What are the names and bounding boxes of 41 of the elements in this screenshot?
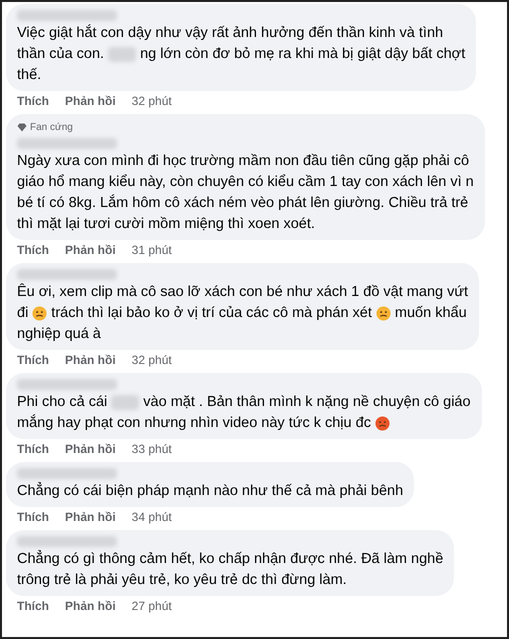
fan-badge-label: Fan cứng [30,121,73,135]
reply-link[interactable]: Phản hồi [65,241,116,259]
comment-text: vào mặt . Bản thân mình k nặng nề chuyện cô giáo [143,393,471,412]
like-link[interactable]: Thích [17,351,49,369]
like-link[interactable]: Thích [17,241,49,259]
comment-text: trông trẻ là phải yêu trẻ, ko yêu trẻ dc thì đừng làm. [17,571,347,590]
reply-link[interactable]: Phản hồi [65,351,116,369]
like-link[interactable]: Thích [17,440,49,458]
comment-time: 32 phút [132,352,172,369]
comment-time: 34 phút [132,509,172,526]
redaction-blur [108,47,136,62]
comment-text: Việc giật hắt con dậy như vậy rất ảnh hưởng đến thần kinh và tình [17,23,444,43]
reply-link[interactable]: Phản hồi [65,508,116,526]
reply-link[interactable]: Phản hồi [65,597,116,615]
comment-text: thần của con. [17,45,104,64]
comment-text: Chẳng có cái biện pháp mạnh nào như thế cả mà phải bênh [17,481,404,501]
comment-time: 32 phút [132,93,172,110]
comment-text: giáo hổ mang kiểu này, còn chuyên có kiểu cầm 1 tay con xách lên vì n [17,173,474,192]
comment-text: Êu ơi, xem clip mà cô sao lỡ xách con bé như xách 1 đồ vật mang vứt [17,282,468,302]
comment-text: nghiệp quá à [17,325,101,344]
redaction-blur [111,395,140,410]
comment-text: đi [17,304,28,323]
comment-time: 27 phút [132,598,172,615]
like-link[interactable]: Thích [17,597,49,615]
like-link[interactable]: Thích [17,92,49,110]
comment-text: thì mặt lại tươi cười mồm miệng thì xoen xoét. [17,215,315,234]
comment-text: mắng hay phạt con nhưng nhìn video này tức k chịu đc [17,413,371,433]
comment-text: thế. [17,66,42,85]
diamond-icon [17,123,27,132]
comment-time: 33 phút [132,441,172,458]
comment-text: muốn khẩu [394,304,467,323]
comment-text: trách thì lại bảo ko ở vị trí của các cô mà phán xét [51,304,372,323]
comment-time: 31 phút [132,242,172,259]
reply-link[interactable]: Phản hồi [65,92,116,110]
comment-text: Phi cho cả cái [17,393,108,412]
comment-text: ng lớn còn đơ bỏ mẹ ra khi mà bị giật dậy bất chợt [140,45,466,64]
comment-text: Ngày xưa con mình đi học trường mầm non đầu tiên cũng gặp phải cô [17,152,470,171]
like-link[interactable]: Thích [17,508,49,526]
comment-text: Chẳng có gì thông cảm hết, ko chấp nhận được nhé. Đã làm nghề [17,549,444,569]
comment-text: bé tí có 8kg. Lắm hôm cô xách ném vèo phát lên giường. Chiều trả trẻ [17,193,468,213]
reply-link[interactable]: Phản hồi [65,440,116,458]
